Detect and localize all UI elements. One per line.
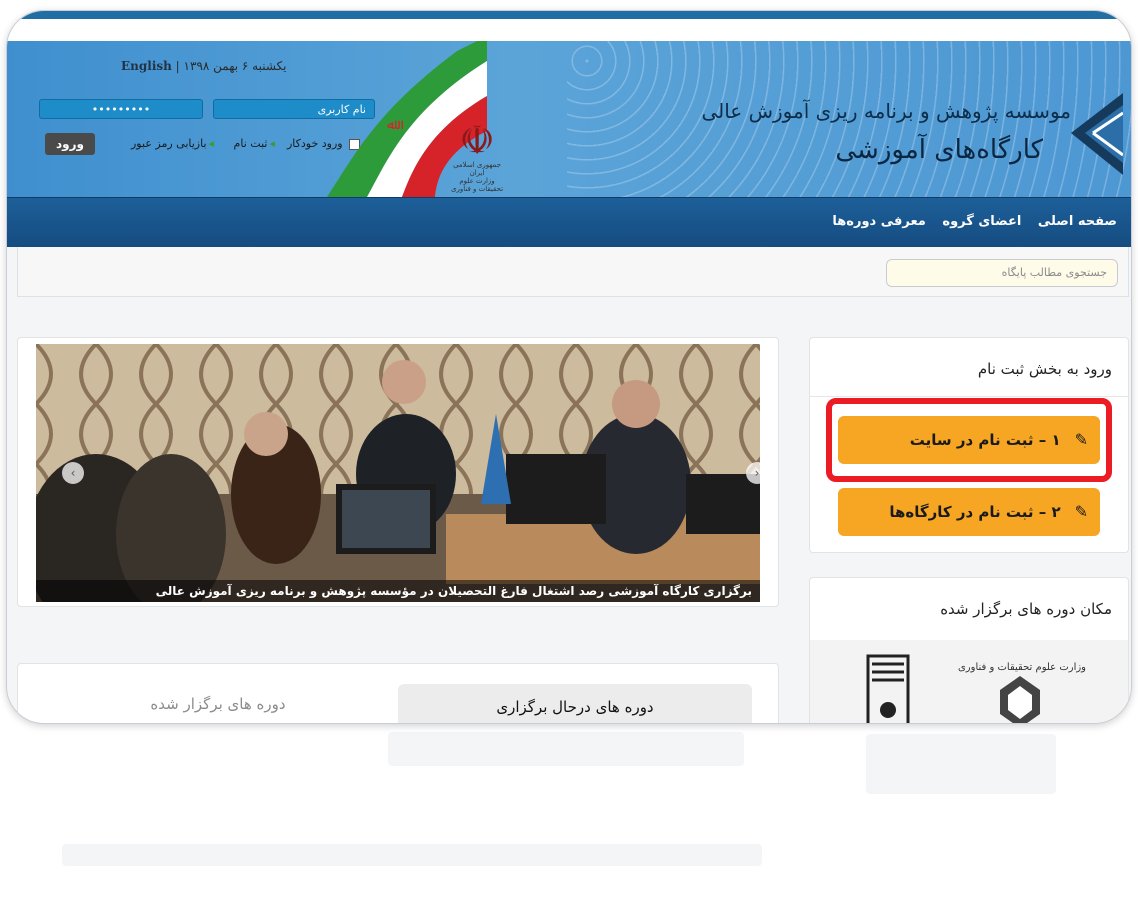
nav-item-home[interactable]: صفحه اصلی	[1038, 214, 1117, 229]
tab-completed[interactable]: دوره های برگزار شده	[58, 684, 378, 723]
header-strip	[7, 19, 1131, 41]
ministry-caption: وزارت علوم تحقیقات و فناوری	[450, 177, 504, 193]
auth-links: ◂ثبت نام ◂بازیابی رمز عبور	[115, 137, 275, 150]
locations-logos: وزارت علوم تحقیقات و فناوری	[810, 640, 1128, 723]
password-input[interactable]: •••••••••	[39, 99, 203, 119]
main-nav: صفحه اصلی اعضای گروه معرفی دوره‌ها	[7, 197, 1131, 247]
locations-title: مکان دوره های برگزار شده	[940, 600, 1112, 618]
nav-items: صفحه اصلی اعضای گروه معرفی دوره‌ها	[820, 214, 1117, 229]
red-highlight-box	[826, 398, 1112, 482]
news-slider: ‹ › برگزاری کارگاه آموزشی رصد اشتغال فار…	[17, 337, 779, 607]
nav-item-members[interactable]: اعضای گروه	[942, 214, 1021, 229]
date-text: یکشنبه ۶ بهمن ۱۳۹۸	[183, 59, 287, 73]
slider-photo: ‹ › برگزاری کارگاه آموزشی رصد اشتغال فار…	[36, 344, 760, 602]
meeting-photo-graphic	[36, 344, 760, 602]
tab-ongoing[interactable]: دوره های درحال برگزاری	[398, 684, 752, 723]
registration-panel: ورود به بخش ثبت نام ✎۱ – ثبت نام در سایت…	[809, 337, 1129, 553]
bullet-arrow-icon: ◂	[208, 137, 215, 150]
nav-item-courses[interactable]: معرفی دوره‌ها	[832, 214, 925, 229]
search-bar: جستجوی مطالب پایگاه	[17, 247, 1129, 297]
courses-tabs-panel: دوره های درحال برگزاری دوره های برگزار ش…	[17, 663, 779, 723]
reflection-tab-block	[388, 732, 744, 766]
locations-panel: مکان دوره های برگزار شده وزارت علوم تحقی…	[809, 577, 1129, 723]
browser-frame: یکشنبه ۶ بهمن ۱۳۹۸ | English نام کاربری …	[6, 10, 1132, 724]
signup-link[interactable]: ◂ثبت نام	[226, 137, 275, 150]
emblem-icon: ☫	[459, 118, 495, 164]
pencil-icon: ✎	[1074, 502, 1088, 521]
institute-logo-icon	[1071, 93, 1123, 175]
ministry-emblem: ☫ جمهوری اسلامی ایران وزارت علوم تحقیقات…	[447, 118, 507, 193]
date-line: یکشنبه ۶ بهمن ۱۳۹۸ | English	[121, 59, 287, 73]
workshop-signup-button[interactable]: ✎۲ – ثبت نام در کارگاه‌ها	[838, 488, 1100, 536]
institute-title: موسسه پژوهش و برنامه ریزی آموزش عالی	[701, 99, 1071, 123]
bullet-arrow-icon: ◂	[269, 137, 275, 150]
slider-caption[interactable]: برگزاری کارگاه آموزشی رصد اشتغال فارغ ال…	[36, 580, 760, 602]
partner-logos-graphic: وزارت علوم تحقیقات و فناوری	[866, 654, 1086, 723]
top-accent-bar	[7, 11, 1131, 19]
divider	[810, 396, 1128, 397]
site-title: کارگاه‌های آموزشی	[835, 135, 1043, 165]
reflection-logo-block	[866, 734, 1056, 794]
recover-link[interactable]: ◂بازیابی رمز عبور	[123, 137, 214, 150]
reflection-caption-block	[62, 844, 762, 866]
site-banner: یکشنبه ۶ بهمن ۱۳۹۸ | English نام کاربری …	[7, 41, 1131, 197]
mirror-reflection	[6, 724, 1132, 914]
registration-title: ورود به بخش ثبت نام	[977, 360, 1112, 378]
site-title-block: موسسه پژوهش و برنامه ریزی آموزش عالی کار…	[701, 99, 1071, 165]
login-button[interactable]: ورود	[45, 133, 95, 155]
svg-text:وزارت علوم تحقیقات و فناوری: وزارت علوم تحقیقات و فناوری	[958, 662, 1086, 673]
english-link[interactable]: English	[121, 59, 172, 73]
search-input[interactable]: جستجوی مطالب پایگاه	[886, 259, 1118, 287]
slider-prev-button[interactable]: ‹	[62, 462, 84, 484]
emblem-caption: جمهوری اسلامی ایران	[453, 161, 501, 177]
